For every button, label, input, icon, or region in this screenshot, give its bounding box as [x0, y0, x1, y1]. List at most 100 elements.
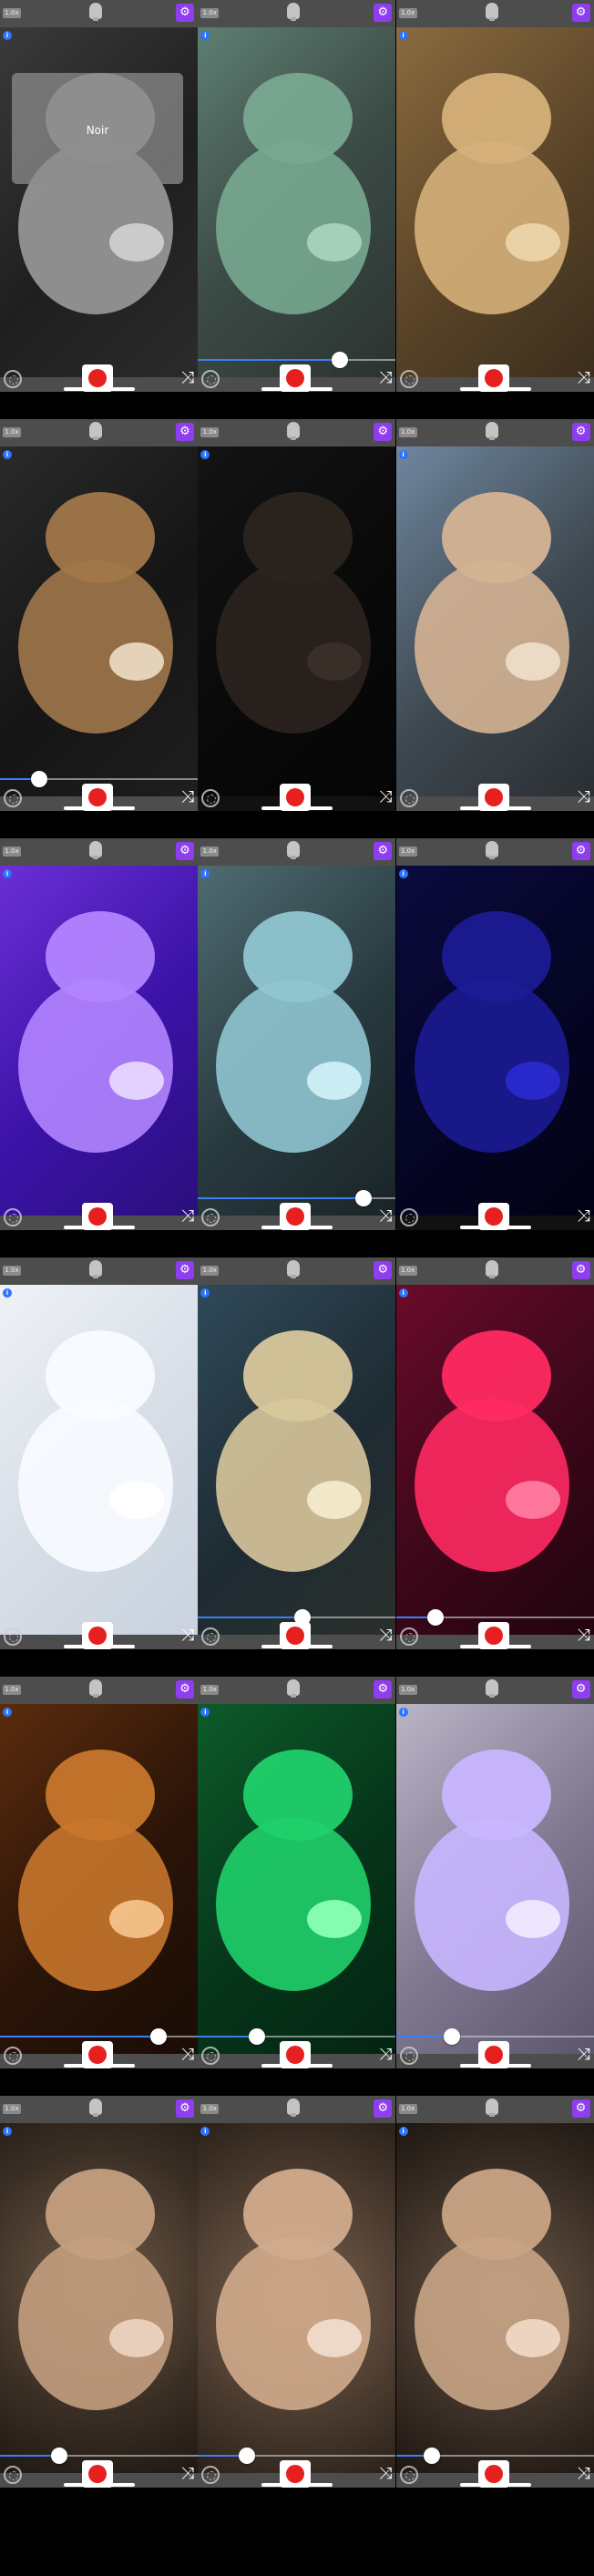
- shuffle-icon[interactable]: ⤨: [181, 1208, 194, 1225]
- zoom-badge[interactable]: 1.0x: [398, 1266, 417, 1276]
- shuffle-icon[interactable]: ⤨: [181, 2466, 194, 2482]
- bulb-icon[interactable]: [89, 422, 102, 440]
- zoom-badge[interactable]: 1.0x: [200, 1685, 220, 1695]
- bulb-icon[interactable]: [485, 3, 498, 21]
- info-icon[interactable]: i: [3, 2127, 12, 2136]
- camera-preview[interactable]: i Noir: [0, 27, 198, 377]
- zoom-badge[interactable]: 1.0x: [3, 8, 21, 18]
- bulb-icon[interactable]: [89, 1260, 102, 1278]
- info-icon[interactable]: i: [398, 450, 408, 459]
- timer-icon[interactable]: [399, 2047, 418, 2065]
- camera-preview[interactable]: i: [395, 27, 594, 377]
- bulb-icon[interactable]: [287, 841, 301, 859]
- camera-preview[interactable]: i: [0, 446, 198, 796]
- shuffle-icon[interactable]: ⤨: [181, 789, 194, 806]
- bulb-icon[interactable]: [287, 3, 301, 21]
- gear-icon[interactable]: ⚙: [176, 1680, 194, 1699]
- timer-icon[interactable]: [399, 370, 418, 388]
- bulb-icon[interactable]: [89, 841, 102, 859]
- shuffle-icon[interactable]: ⤨: [181, 1627, 194, 1644]
- gear-icon[interactable]: ⚙: [374, 1261, 393, 1279]
- slider-knob[interactable]: [426, 1609, 444, 1626]
- slider-knob[interactable]: [31, 771, 47, 787]
- info-icon[interactable]: i: [398, 1288, 408, 1298]
- bulb-icon[interactable]: [485, 2099, 498, 2117]
- camera-preview[interactable]: i: [395, 1285, 594, 1635]
- gear-icon[interactable]: ⚙: [571, 4, 590, 22]
- zoom-badge[interactable]: 1.0x: [200, 1266, 220, 1276]
- gear-icon[interactable]: ⚙: [374, 1680, 393, 1699]
- slider-knob[interactable]: [332, 352, 349, 368]
- bulb-icon[interactable]: [89, 2099, 102, 2117]
- zoom-badge[interactable]: 1.0x: [3, 1685, 21, 1695]
- bulb-icon[interactable]: [89, 3, 102, 21]
- gear-icon[interactable]: ⚙: [571, 842, 590, 860]
- bulb-icon[interactable]: [287, 422, 301, 440]
- zoom-badge[interactable]: 1.0x: [398, 2104, 417, 2114]
- camera-preview[interactable]: i: [198, 1704, 396, 2054]
- info-icon[interactable]: i: [398, 1708, 408, 1717]
- timer-icon[interactable]: [201, 1627, 220, 1646]
- shuffle-icon[interactable]: ⤨: [577, 370, 589, 386]
- timer-icon[interactable]: [201, 2047, 220, 2065]
- shuffle-icon[interactable]: ⤨: [577, 1208, 589, 1225]
- shuffle-icon[interactable]: ⤨: [577, 2047, 589, 2063]
- camera-preview[interactable]: i: [395, 2123, 594, 2473]
- timer-icon[interactable]: [4, 789, 22, 807]
- bulb-icon[interactable]: [485, 1679, 498, 1698]
- info-icon[interactable]: i: [398, 2127, 408, 2136]
- shuffle-icon[interactable]: ⤨: [379, 1208, 392, 1225]
- gear-icon[interactable]: ⚙: [374, 4, 393, 22]
- gear-icon[interactable]: ⚙: [374, 423, 393, 441]
- gear-icon[interactable]: ⚙: [374, 2099, 393, 2118]
- timer-icon[interactable]: [4, 2466, 22, 2484]
- zoom-badge[interactable]: 1.0x: [200, 427, 220, 437]
- zoom-badge[interactable]: 1.0x: [398, 1685, 417, 1695]
- info-icon[interactable]: i: [3, 869, 12, 878]
- camera-preview[interactable]: i: [198, 27, 396, 377]
- bulb-icon[interactable]: [89, 1679, 102, 1698]
- shuffle-icon[interactable]: ⤨: [181, 2047, 194, 2063]
- shuffle-icon[interactable]: ⤨: [379, 370, 392, 386]
- zoom-badge[interactable]: 1.0x: [3, 2104, 21, 2114]
- slider-knob[interactable]: [355, 1190, 373, 1206]
- slider-knob[interactable]: [239, 2448, 256, 2464]
- timer-icon[interactable]: [399, 789, 418, 807]
- timer-icon[interactable]: [4, 2047, 22, 2065]
- zoom-badge[interactable]: 1.0x: [3, 847, 21, 857]
- gear-icon[interactable]: ⚙: [176, 842, 194, 860]
- timer-icon[interactable]: [201, 2466, 220, 2484]
- info-icon[interactable]: i: [3, 1288, 12, 1298]
- camera-preview[interactable]: i: [198, 1285, 396, 1635]
- camera-preview[interactable]: i: [395, 866, 594, 1216]
- gear-icon[interactable]: ⚙: [571, 1261, 590, 1279]
- camera-preview[interactable]: i: [0, 866, 198, 1216]
- camera-preview[interactable]: i: [395, 446, 594, 796]
- shuffle-icon[interactable]: ⤨: [379, 2047, 392, 2063]
- info-icon[interactable]: i: [398, 869, 408, 878]
- timer-icon[interactable]: [4, 1627, 22, 1646]
- timer-icon[interactable]: [201, 1208, 220, 1226]
- info-icon[interactable]: i: [3, 1708, 12, 1717]
- timer-icon[interactable]: [399, 1208, 418, 1226]
- bulb-icon[interactable]: [287, 2099, 301, 2117]
- shuffle-icon[interactable]: ⤨: [181, 370, 194, 386]
- info-icon[interactable]: i: [3, 450, 12, 459]
- gear-icon[interactable]: ⚙: [176, 1261, 194, 1279]
- shuffle-icon[interactable]: ⤨: [379, 1627, 392, 1644]
- bulb-icon[interactable]: [287, 1679, 301, 1698]
- gear-icon[interactable]: ⚙: [176, 2099, 194, 2118]
- zoom-badge[interactable]: 1.0x: [398, 427, 417, 437]
- zoom-badge[interactable]: 1.0x: [398, 8, 417, 18]
- camera-preview[interactable]: i: [0, 2123, 198, 2473]
- zoom-badge[interactable]: 1.0x: [200, 8, 220, 18]
- timer-icon[interactable]: [201, 370, 220, 388]
- slider-knob[interactable]: [51, 2448, 67, 2464]
- timer-icon[interactable]: [4, 370, 22, 388]
- gear-icon[interactable]: ⚙: [374, 842, 393, 860]
- slider-knob[interactable]: [443, 2028, 460, 2045]
- shuffle-icon[interactable]: ⤨: [577, 2466, 589, 2482]
- info-icon[interactable]: i: [398, 31, 408, 40]
- bulb-icon[interactable]: [287, 1260, 301, 1278]
- timer-icon[interactable]: [4, 1208, 22, 1226]
